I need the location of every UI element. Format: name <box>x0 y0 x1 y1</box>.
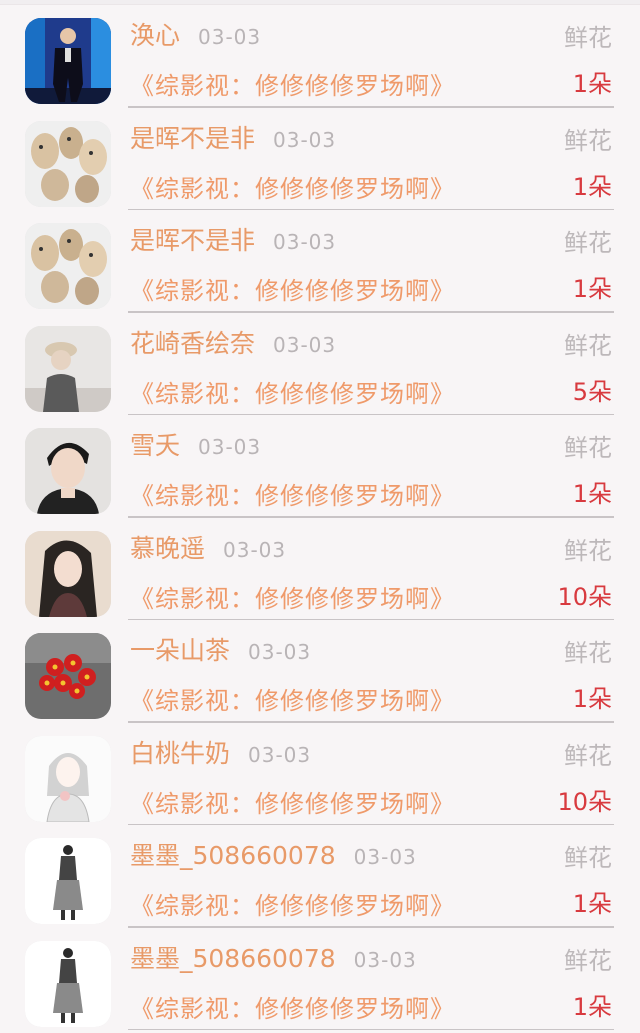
date: 03-03 <box>198 435 262 459</box>
date: 03-03 <box>273 127 337 152</box>
gift-amount: 10朵 <box>557 582 612 611</box>
gift-type: 鲜花 <box>564 844 612 872</box>
book-title[interactable]: 《综影视：修修修修罗场啊》 <box>130 174 455 204</box>
gift-amount: 1朵 <box>572 70 612 98</box>
user-name-text: 是晖不是非 <box>130 226 256 255</box>
list-item[interactable]: 墨墨_508660078 03-03 鲜花 《综影视：修修修修罗场啊》 1朵 <box>0 928 640 1030</box>
list-item[interactable]: 涣心 03-03 鲜花 《综影视：修修修修罗场啊》 1朵 <box>0 5 640 108</box>
avatar[interactable] <box>25 428 111 514</box>
gift-type: 鲜花 <box>564 229 612 257</box>
date: 03-03 <box>273 230 337 254</box>
book-title[interactable]: 《综影视：修修修修罗场啊》 <box>130 481 455 511</box>
gift-type: 鲜花 <box>564 639 612 667</box>
list-item[interactable]: 慕晚遥 03-03 鲜花 《综影视：修修修修罗场啊》 10朵 <box>0 518 640 620</box>
date: 03-03 <box>248 640 312 664</box>
user-name-text: 涣心 <box>130 21 181 50</box>
gift-amount: 5朵 <box>572 377 612 406</box>
user-name: 墨墨_508660078 03-03 <box>130 944 417 975</box>
user-name-text: 墨墨_508660078 <box>130 943 336 973</box>
book-title[interactable]: 《综影视：修修修修罗场啊》 <box>130 379 455 409</box>
avatar[interactable] <box>25 735 111 822</box>
user-name: 涣心 03-03 <box>130 21 261 52</box>
list-item[interactable]: 一朵山茶 03-03 鲜花 《综影视：修修修修罗场啊》 1朵 <box>0 620 640 723</box>
user-name: 是晖不是非 03-03 <box>130 226 336 257</box>
book-title[interactable]: 《综影视：修修修修罗场啊》 <box>130 789 455 819</box>
avatar[interactable] <box>25 120 111 207</box>
book-title[interactable]: 《综影视：修修修修罗场啊》 <box>130 994 455 1024</box>
date: 03-03 <box>353 947 417 972</box>
gift-type: 鲜花 <box>564 434 612 462</box>
gift-type: 鲜花 <box>564 24 612 52</box>
user-name-text: 白桃牛奶 <box>130 738 231 768</box>
user-name-text: 墨墨_508660078 <box>130 841 336 870</box>
user-name-text: 花崎香绘奈 <box>130 328 256 358</box>
gift-amount: 1朵 <box>572 685 612 713</box>
avatar[interactable] <box>25 18 111 104</box>
date: 03-03 <box>198 25 262 49</box>
user-name: 花崎香绘奈 03-03 <box>130 329 336 360</box>
book-title[interactable]: 《综影视：修修修修罗场啊》 <box>130 891 455 921</box>
user-name-text: 慕晚遥 <box>130 533 206 563</box>
user-name: 雪夭 03-03 <box>130 431 261 462</box>
date: 03-03 <box>353 845 417 869</box>
divider <box>128 1028 614 1030</box>
user-name: 慕晚遥 03-03 <box>130 534 286 565</box>
gift-type: 鲜花 <box>564 536 612 565</box>
list-item[interactable]: 是晖不是非 03-03 鲜花 《综影视：修修修修罗场啊》 1朵 <box>0 210 640 313</box>
user-name-text: 雪夭 <box>130 431 181 460</box>
avatar[interactable] <box>25 325 111 412</box>
list-item[interactable]: 墨墨_508660078 03-03 鲜花 《综影视：修修修修罗场啊》 1朵 <box>0 825 640 928</box>
gift-type: 鲜花 <box>564 126 612 155</box>
avatar[interactable] <box>25 223 111 309</box>
gift-list: 涣心 03-03 鲜花 《综影视：修修修修罗场啊》 1朵 是晖不是非 03-03 鲜… <box>0 5 640 1030</box>
gift-type: 鲜花 <box>564 741 612 770</box>
date: 03-03 <box>223 537 287 562</box>
avatar[interactable] <box>25 940 111 1027</box>
user-name: 一朵山茶 03-03 <box>130 636 311 667</box>
user-name: 是晖不是非 03-03 <box>130 124 336 155</box>
date: 03-03 <box>273 332 337 357</box>
gift-amount: 1朵 <box>572 890 612 918</box>
user-name-text: 是晖不是非 <box>130 123 256 153</box>
user-name: 白桃牛奶 03-03 <box>130 739 311 770</box>
list-item[interactable]: 雪夭 03-03 鲜花 《综影视：修修修修罗场啊》 1朵 <box>0 415 640 518</box>
date: 03-03 <box>248 742 312 767</box>
user-name-text: 一朵山茶 <box>130 636 231 665</box>
book-title[interactable]: 《综影视：修修修修罗场啊》 <box>130 584 455 614</box>
gift-type: 鲜花 <box>564 331 612 360</box>
book-title[interactable]: 《综影视：修修修修罗场啊》 <box>130 71 455 101</box>
list-item[interactable]: 花崎香绘奈 03-03 鲜花 《综影视：修修修修罗场啊》 5朵 <box>0 313 640 415</box>
gift-amount: 1朵 <box>572 275 612 303</box>
book-title[interactable]: 《综影视：修修修修罗场啊》 <box>130 276 455 306</box>
avatar[interactable] <box>25 633 111 719</box>
book-title[interactable]: 《综影视：修修修修罗场啊》 <box>130 686 455 716</box>
gift-amount: 1朵 <box>572 992 612 1021</box>
list-item[interactable]: 是晖不是非 03-03 鲜花 《综影视：修修修修罗场啊》 1朵 <box>0 108 640 210</box>
gift-amount: 10朵 <box>557 787 612 816</box>
user-name: 墨墨_508660078 03-03 <box>130 841 417 872</box>
gift-type: 鲜花 <box>564 946 612 975</box>
gift-amount: 1朵 <box>572 480 612 508</box>
avatar[interactable] <box>25 838 111 924</box>
avatar[interactable] <box>25 530 111 617</box>
gift-amount: 1朵 <box>572 172 612 201</box>
list-item[interactable]: 白桃牛奶 03-03 鲜花 《综影视：修修修修罗场啊》 10朵 <box>0 723 640 825</box>
